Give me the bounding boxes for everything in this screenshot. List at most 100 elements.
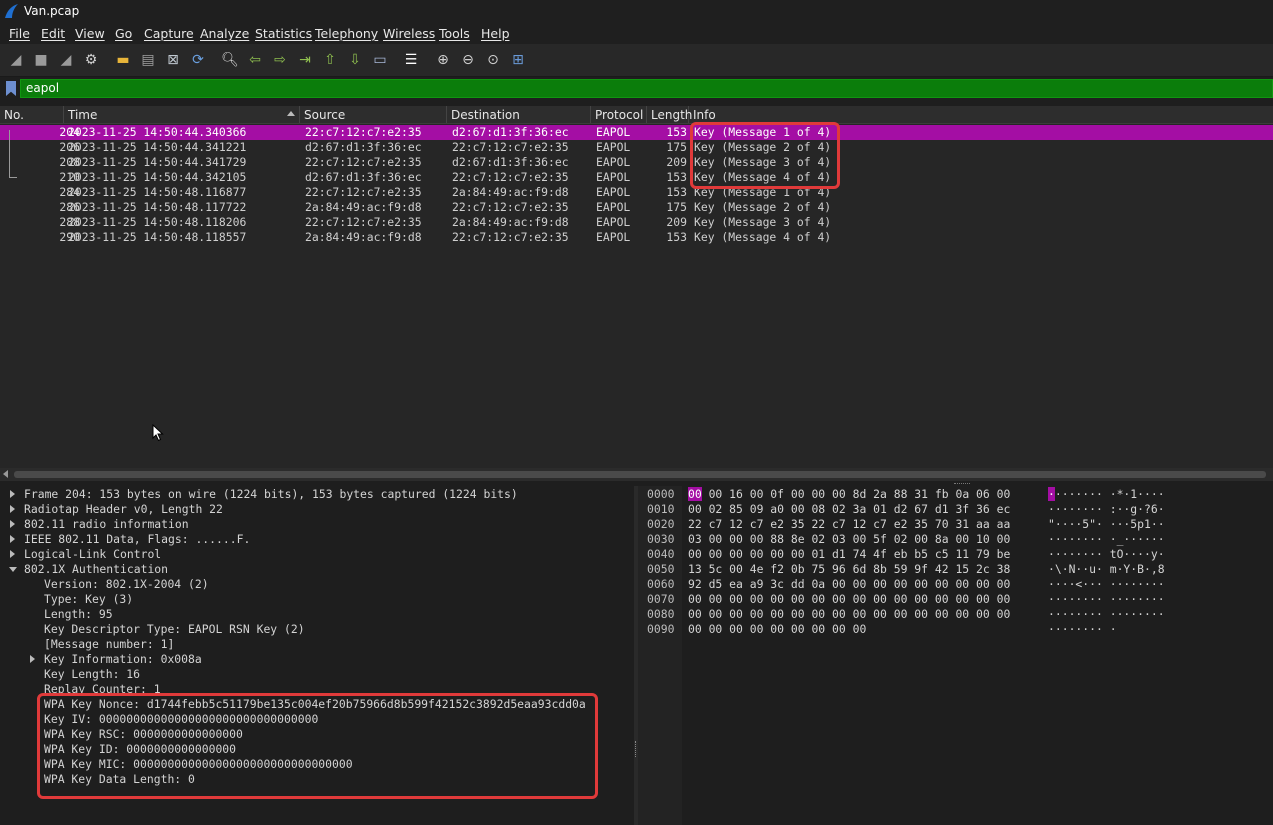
colorize-icon[interactable]: ☰ [401,50,421,70]
column-header-source[interactable]: Source [300,106,447,123]
menu-tools[interactable]: Tools [439,26,470,41]
ascii-row[interactable]: ········ · [1048,622,1117,637]
save-file-icon[interactable]: ▤ [138,50,158,70]
column-header-destination[interactable]: Destination [447,106,591,123]
ascii-row[interactable]: ········ ········ [1048,607,1165,622]
zoom-out-icon[interactable]: ⊖ [458,50,478,70]
gear-options-icon[interactable]: ⚙ [81,50,101,70]
packet-list-hscrollbar[interactable] [0,468,1273,481]
shark-fin-start-icon[interactable]: ◢ [6,50,26,70]
display-filter-input[interactable]: eapol [20,79,1273,98]
hex-row[interactable]: 92 d5 ea a9 3c dd 0a 00 00 00 00 00 00 0… [688,577,1010,592]
collapse-arrow-icon[interactable] [9,567,17,572]
packet-row[interactable]: 208 2023-11-25 14:50:44.341729 22:c7:12:c7… [0,155,1273,170]
autoscroll-icon[interactable]: ▭ [370,50,390,70]
menu-statistics[interactable]: Statistics [255,26,312,41]
detail-row[interactable]: Frame 204: 153 bytes on wire (1224 bits)… [10,487,518,502]
hex-row[interactable]: 00 00 16 00 0f 00 00 00 8d 2a 88 31 fb 0… [688,487,1010,502]
ascii-row[interactable]: ····<··· ········ [1048,577,1165,592]
packet-row[interactable]: 210 2023-11-25 14:50:44.342105 d2:67:d1:3f… [0,170,1273,185]
selected-ascii[interactable]: · [1048,487,1055,501]
hex-row[interactable]: 22 c7 12 c7 e2 35 22 c7 12 c7 e2 35 70 3… [688,517,1010,532]
packet-list[interactable]: No. Time Source Destination Protocol Len… [0,106,1273,468]
go-back-icon[interactable]: ⇦ [245,50,265,70]
hex-row[interactable]: 03 00 00 00 88 8e 02 03 00 5f 02 00 8a 0… [688,532,1010,547]
expand-arrow-icon[interactable] [30,655,35,663]
menu-help[interactable]: Help [481,26,510,41]
ascii-row[interactable]: ········ ·_······ [1048,532,1165,547]
detail-row[interactable]: IEEE 802.11 Data, Flags: ......F. [10,532,250,547]
expand-arrow-icon[interactable] [10,535,15,543]
ascii-row[interactable]: ·\·N··u· m·Y·B·,8 [1048,562,1165,577]
cell-len: 153 [666,185,687,199]
menu-analyze[interactable]: Analyze [200,26,249,41]
restart-fin-icon[interactable]: ◢ [56,50,76,70]
selected-byte[interactable]: 00 [688,487,702,501]
column-header-no[interactable]: No. [0,106,64,123]
detail-row[interactable]: Key Descriptor Type: EAPOL RSN Key (2) [44,622,305,637]
menu-file[interactable]: File [9,26,30,41]
cell-len: 209 [666,155,687,169]
open-folder-icon[interactable]: ▬ [113,50,133,70]
bookmark-icon[interactable] [6,81,16,96]
packet-row[interactable]: 204 2023-11-25 14:50:44.340366 22:c7:12:c7… [0,125,1273,140]
menu-capture[interactable]: Capture [144,26,194,41]
expand-arrow-icon[interactable] [10,550,15,558]
zoom-normal-icon[interactable]: ⊙ [483,50,503,70]
scroll-thumb[interactable] [14,471,1266,478]
menu-view[interactable]: View [75,26,105,41]
go-first-icon[interactable]: ⇧ [320,50,340,70]
detail-row[interactable]: 802.1X Authentication [9,562,168,577]
ascii-row[interactable]: "····5"· ···5p1·· [1048,517,1165,532]
close-file-icon[interactable]: ⊠ [163,50,183,70]
go-to-packet-icon[interactable]: ⇥ [295,50,315,70]
ascii-row[interactable]: ········ :··g·?6· [1048,502,1165,517]
packet-row[interactable]: 284 2023-11-25 14:50:48.116877 22:c7:12:c7… [0,185,1273,200]
hex-row[interactable]: 00 00 00 00 00 00 00 00 00 00 00 00 00 0… [688,592,1010,607]
column-header-protocol[interactable]: Protocol [591,106,647,123]
menu-wireless[interactable]: Wireless [383,26,435,41]
packet-row[interactable]: 206 2023-11-25 14:50:44.341221 d2:67:d1:3f… [0,140,1273,155]
column-header-time[interactable]: Time [64,106,300,123]
reload-file-icon[interactable]: ⟳ [188,50,208,70]
menu-edit[interactable]: Edit [41,26,65,41]
detail-row[interactable]: Key Information: 0x008a [30,652,202,667]
hex-row[interactable]: 00 00 00 00 00 00 00 00 00 00 00 00 00 0… [688,607,1010,622]
scroll-left-icon[interactable] [3,470,8,478]
packet-bytes-pane[interactable]: 0000 00 00 16 00 0f 00 00 00 8d 2a 88 31 … [638,486,1273,825]
detail-row[interactable]: Type: Key (3) [44,592,133,607]
go-last-icon[interactable]: ⇩ [345,50,365,70]
zoom-in-icon[interactable]: ⊕ [433,50,453,70]
column-header-length[interactable]: Length [647,106,692,123]
detail-row[interactable]: Length: 95 [44,607,113,622]
hex-row[interactable]: 13 5c 00 4e f2 0b 75 96 6d 8b 59 9f 42 1… [688,562,1010,577]
ascii-row[interactable]: ········ ·*·1···· [1048,487,1165,502]
expand-arrow-icon[interactable] [10,490,15,498]
detail-row[interactable]: Key Length: 16 [44,667,140,682]
detail-row[interactable]: Version: 802.1X-2004 (2) [44,577,209,592]
hex-row[interactable]: 00 02 85 09 a0 00 08 02 3a 01 d2 67 d1 3… [688,502,1010,517]
packet-row[interactable]: 286 2023-11-25 14:50:48.117722 2a:84:49:ac… [0,200,1273,215]
splitter-grip[interactable] [954,483,970,485]
detail-row[interactable]: Logical-Link Control [10,547,161,562]
packet-row[interactable]: 290 2023-11-25 14:50:48.118557 2a:84:49:ac… [0,230,1273,245]
detail-row[interactable]: Radiotap Header v0, Length 22 [10,502,223,517]
stop-square-icon[interactable]: ■ [31,50,51,70]
hex-row[interactable]: 00 00 00 00 00 00 00 00 00 [688,622,866,637]
cell-len: 153 [666,170,687,184]
menu-go[interactable]: Go [115,26,132,41]
expand-arrow-icon[interactable] [10,520,15,528]
hex-row[interactable]: 00 00 00 00 00 00 01 d1 74 4f eb b5 c5 1… [688,547,1010,562]
detail-row[interactable]: 802.11 radio information [10,517,189,532]
column-header-info[interactable]: Info [689,106,1273,123]
go-forward-icon[interactable]: ⇨ [270,50,290,70]
ascii-row[interactable]: ········ tO····y· [1048,547,1165,562]
resize-columns-icon[interactable]: ⊞ [508,50,528,70]
packet-row[interactable]: 288 2023-11-25 14:50:48.118206 22:c7:12:c7… [0,215,1273,230]
menu-telephony[interactable]: Telephony [315,26,378,41]
detail-row[interactable]: [Message number: 1] [44,637,174,652]
ascii-row[interactable]: ········ ········ [1048,592,1165,607]
vertical-splitter-grip[interactable] [635,741,636,757]
find-packet-icon[interactable]: 🔍︎ [220,50,240,70]
expand-arrow-icon[interactable] [10,505,15,513]
